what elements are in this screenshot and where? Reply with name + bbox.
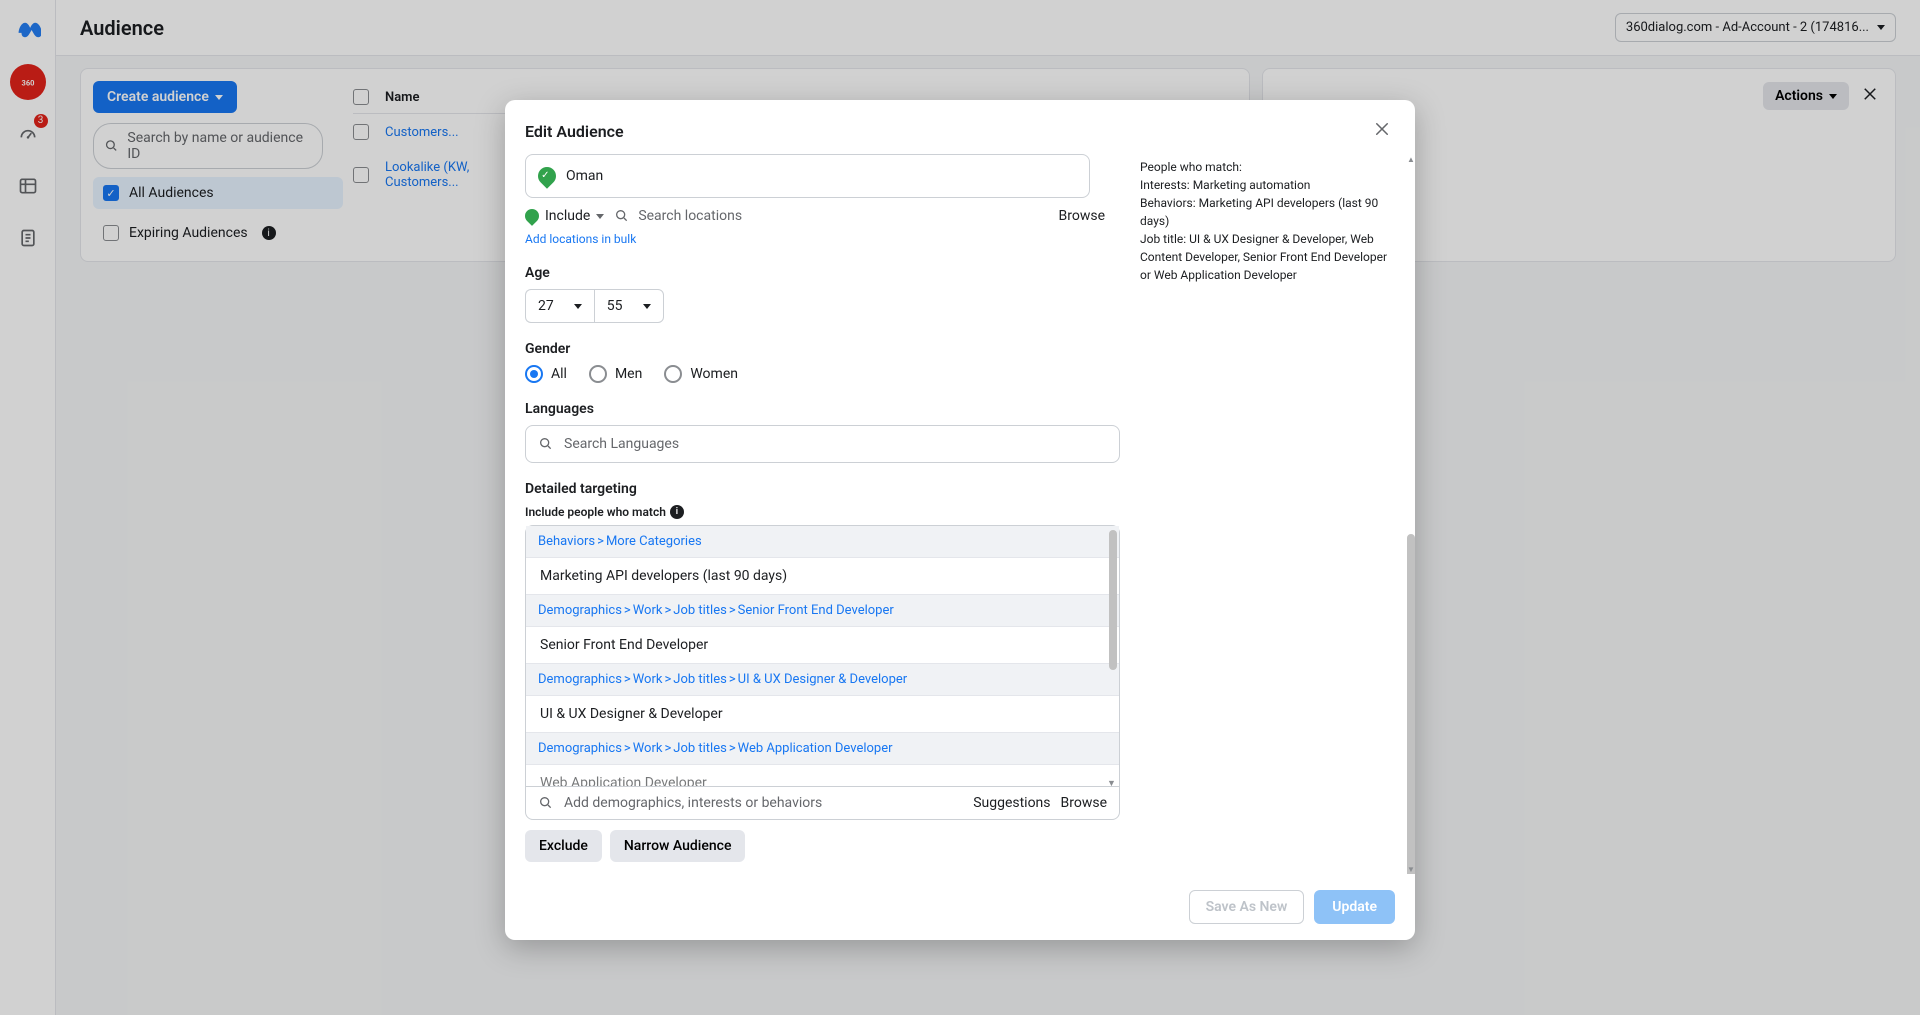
chevron-down-icon xyxy=(643,304,651,309)
age-section-label: Age xyxy=(525,265,1120,281)
include-dropdown[interactable]: Include xyxy=(525,208,604,224)
suggestions-link[interactable]: Suggestions xyxy=(973,795,1050,811)
languages-section-label: Languages xyxy=(525,401,1120,417)
targeting-item[interactable]: Web Application Developer xyxy=(526,765,1119,786)
radio-icon xyxy=(525,365,543,383)
detailed-targeting-label: Detailed targeting xyxy=(525,481,1120,497)
scroll-down-arrow-icon[interactable]: ▼ xyxy=(1107,778,1117,789)
browse-locations-link[interactable]: Browse xyxy=(1059,208,1105,224)
targeting-box: ▲ Behaviors>More Categories Marketing AP… xyxy=(525,525,1120,820)
age-max-value: 55 xyxy=(607,298,623,314)
location-search-placeholder: Search locations xyxy=(638,208,742,224)
location-search-input[interactable]: Search locations xyxy=(614,208,1048,224)
save-as-new-button[interactable]: Save As New xyxy=(1189,890,1305,924)
chevron-down-icon xyxy=(596,214,604,219)
narrow-audience-button[interactable]: Narrow Audience xyxy=(610,830,746,862)
exclude-button[interactable]: Exclude xyxy=(525,830,602,862)
search-icon xyxy=(538,436,554,452)
chevron-down-icon xyxy=(574,304,582,309)
info-icon: i xyxy=(670,505,684,519)
location-pin-icon xyxy=(534,163,559,188)
modal-close-button[interactable] xyxy=(1369,116,1395,146)
search-icon xyxy=(614,208,630,224)
summary-line: Behaviors: Marketing API developers (las… xyxy=(1140,194,1399,230)
languages-search-input[interactable]: Search Languages xyxy=(525,425,1120,463)
age-min-dropdown[interactable]: 27 xyxy=(525,289,594,323)
radio-icon xyxy=(589,365,607,383)
side-scrollbar[interactable]: ▲ ▼ xyxy=(1407,154,1415,874)
gender-men-label: Men xyxy=(615,366,642,382)
add-locations-bulk-link[interactable]: Add locations in bulk xyxy=(525,232,636,246)
scroll-up-arrow-icon[interactable]: ▲ xyxy=(1407,154,1415,164)
languages-placeholder: Search Languages xyxy=(564,436,679,452)
targeting-add-input[interactable]: Add demographics, interests or behaviors xyxy=(564,795,963,811)
scroll-down-arrow-icon[interactable]: ▼ xyxy=(1407,864,1415,874)
gender-all-label: All xyxy=(551,366,567,382)
summary-line: Interests: Marketing automation xyxy=(1140,176,1399,194)
modal-overlay: Edit Audience Oman Include xyxy=(0,0,1920,1015)
modal-title: Edit Audience xyxy=(525,122,624,141)
radio-icon xyxy=(664,365,682,383)
search-icon xyxy=(538,795,554,811)
include-label: Include xyxy=(545,208,590,224)
gender-women-label: Women xyxy=(690,366,738,382)
location-pin-icon xyxy=(522,206,542,226)
location-chip-box: Oman xyxy=(525,154,1090,198)
include-people-sublabel: Include people who match i xyxy=(525,505,1120,519)
audience-summary-panel: People who match: Interests: Marketing a… xyxy=(1132,154,1415,874)
targeting-item[interactable]: UI & UX Designer & Developer xyxy=(526,696,1119,733)
age-min-value: 27 xyxy=(538,298,554,314)
close-icon xyxy=(1373,120,1391,138)
edit-audience-modal: Edit Audience Oman Include xyxy=(505,100,1415,940)
targeting-list[interactable]: Behaviors>More Categories Marketing API … xyxy=(526,526,1119,786)
update-button[interactable]: Update xyxy=(1314,890,1395,924)
targeting-breadcrumb[interactable]: Demographics>Work>Job titles>Web Applica… xyxy=(526,733,1119,765)
summary-line: People who match: xyxy=(1140,158,1399,176)
targeting-breadcrumb[interactable]: Demographics>Work>Job titles>Senior Fron… xyxy=(526,595,1119,627)
targeting-breadcrumb[interactable]: Demographics>Work>Job titles>UI & UX Des… xyxy=(526,664,1119,696)
gender-men-radio[interactable]: Men xyxy=(589,365,642,383)
gender-women-radio[interactable]: Women xyxy=(664,365,738,383)
gender-section-label: Gender xyxy=(525,341,1120,357)
gender-all-radio[interactable]: All xyxy=(525,365,567,383)
location-chip-text: Oman xyxy=(566,168,603,184)
targeting-breadcrumb[interactable]: Behaviors>More Categories xyxy=(526,526,1119,558)
age-max-dropdown[interactable]: 55 xyxy=(594,289,664,323)
targeting-item[interactable]: Marketing API developers (last 90 days) xyxy=(526,558,1119,595)
summary-line: Job title: UI & UX Designer & Developer,… xyxy=(1140,230,1399,284)
browse-targeting-link[interactable]: Browse xyxy=(1061,795,1107,811)
targeting-item[interactable]: Senior Front End Developer xyxy=(526,627,1119,664)
